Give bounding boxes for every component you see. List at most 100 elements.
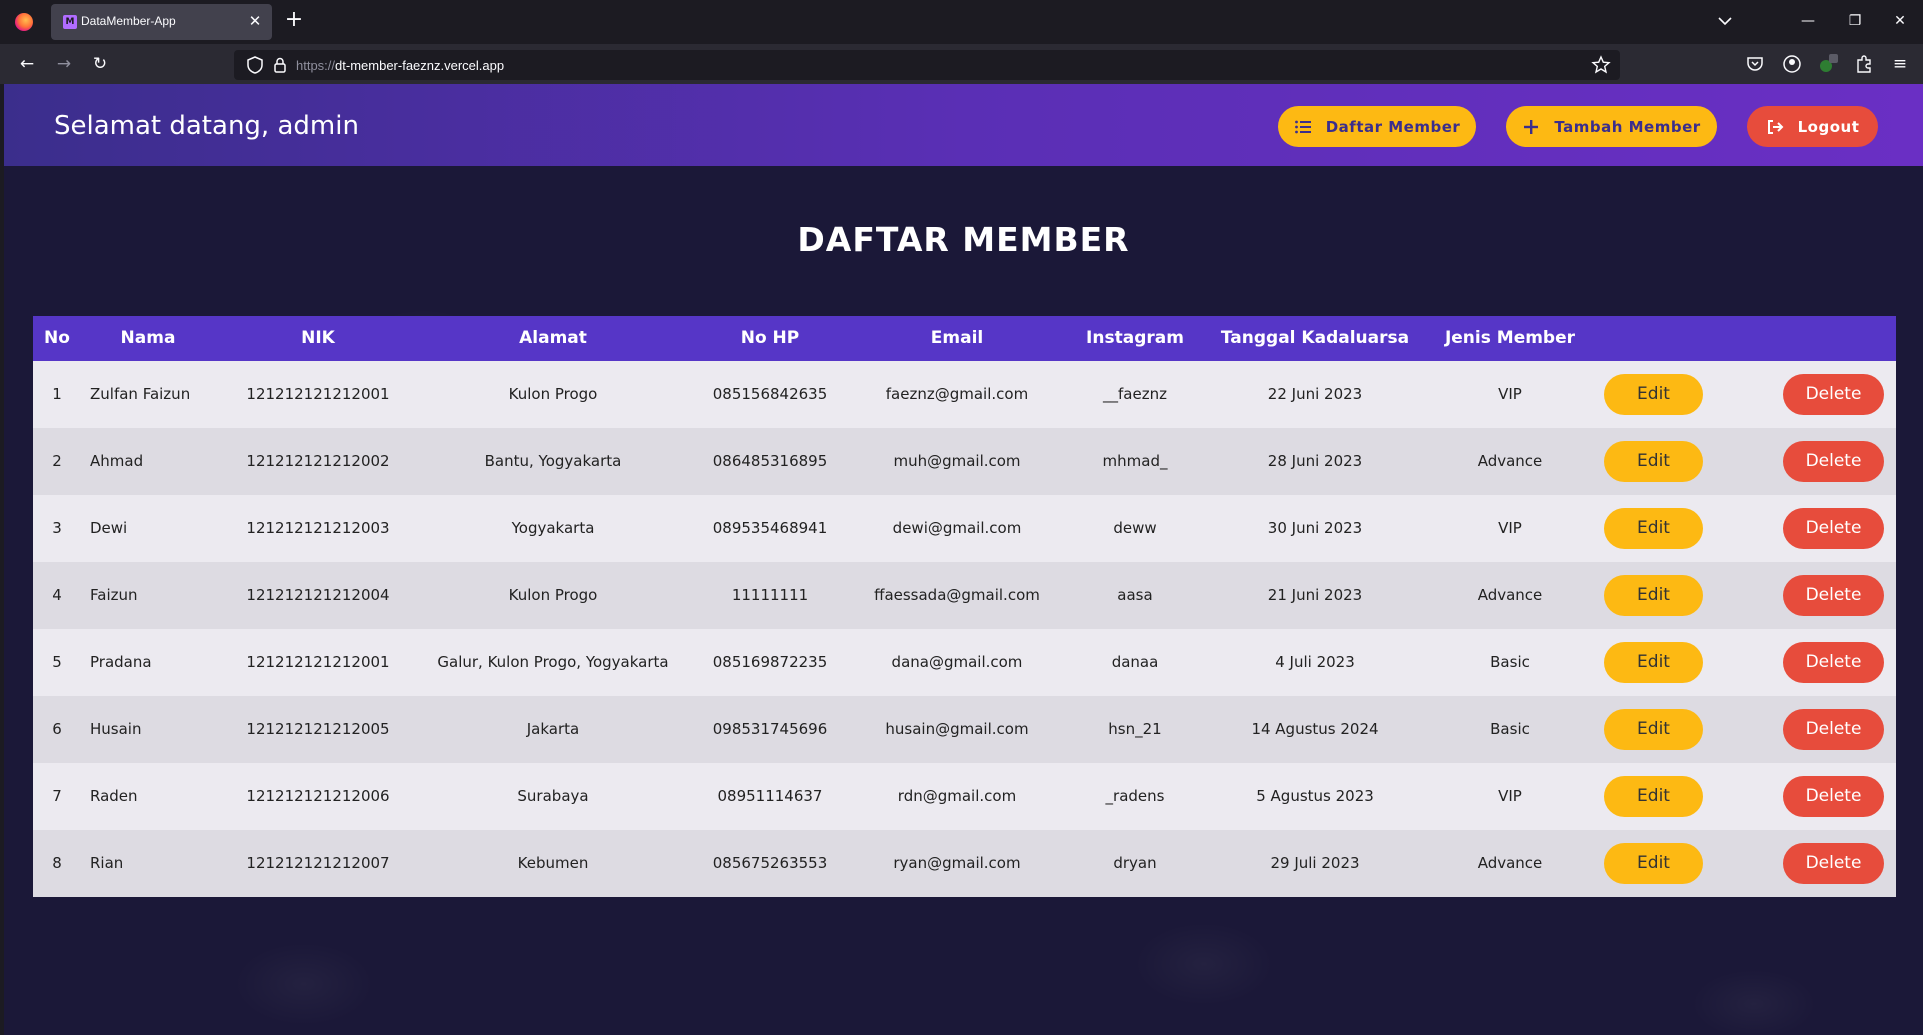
cell-email: dana@gmail.com [891,653,1023,671]
edit-button[interactable]: Edit [1604,709,1703,750]
cell-jenis: VIP [1498,519,1522,537]
extension-status-icon[interactable] [1816,52,1840,76]
tab-title: DataMember-App [81,14,176,28]
bookmark-star-icon[interactable] [1590,54,1612,76]
tambah-member-button[interactable]: Tambah Member [1506,106,1717,147]
firefox-icon[interactable] [15,13,33,31]
cell-no: 1 [52,385,62,403]
delete-button[interactable]: Delete [1783,508,1884,549]
daftar-member-button[interactable]: Daftar Member [1278,106,1476,147]
cell-nik: 121212121212007 [246,854,390,872]
cell-no: 7 [52,787,62,805]
cell-email: muh@gmail.com [893,452,1021,470]
cell-alamat: Kebumen [517,854,589,872]
edit-button[interactable]: Edit [1604,374,1703,415]
column-header-no: No [44,328,70,348]
delete-button[interactable]: Delete [1783,441,1884,482]
cell-no: 3 [52,519,62,537]
reload-icon[interactable]: ↻ [88,52,112,76]
table-row: 3 Dewi 121212121212003 Yogyakarta 0895354689… [33,495,1896,562]
app-favicon-icon: M [63,15,77,29]
browser-tab-bar: M DataMember-App ✕ + — ❐ ✕ [0,0,1923,44]
delete-button[interactable]: Delete [1783,776,1884,817]
cell-instagram: danaa [1111,653,1159,671]
cell-email: husain@gmail.com [885,720,1029,738]
cell-no: 4 [52,586,62,604]
delete-button[interactable]: Delete [1783,843,1884,884]
logout-button[interactable]: Logout [1747,106,1878,147]
cell-tanggal: 21 Juni 2023 [1267,586,1363,604]
column-header-jenis: Jenis Member [1444,328,1576,348]
cell-nik: 121212121212003 [246,519,390,537]
table-row: 1 Zulfan Faizun 121212121212001 Kulon Progo… [33,361,1896,428]
delete-button[interactable]: Delete [1783,642,1884,683]
cell-alamat: Bantu, Yogyakarta [484,452,622,470]
column-header-instagram: Instagram [1086,328,1184,348]
url-text[interactable]: https://dt-member-faeznz.vercel.app [296,58,504,73]
delete-button[interactable]: Delete [1783,709,1884,750]
cell-nik: 121212121212005 [246,720,390,738]
delete-button[interactable]: Delete [1783,575,1884,616]
minimize-icon[interactable]: — [1793,8,1823,34]
cell-nik: 121212121212001 [246,385,390,403]
cell-no-hp: 085169872235 [712,653,828,671]
delete-button[interactable]: Delete [1783,374,1884,415]
cell-jenis: VIP [1498,787,1522,805]
cell-alamat: Kulon Progo [508,385,598,403]
cell-tanggal: 22 Juni 2023 [1267,385,1363,403]
browser-tab[interactable]: M DataMember-App ✕ [51,4,272,40]
cell-nik: 121212121212002 [246,452,390,470]
column-header-nik: NIK [301,328,335,348]
cell-no: 5 [52,653,62,671]
cell-no-hp: 098531745696 [712,720,828,738]
close-tab-icon[interactable]: ✕ [246,12,264,30]
edit-button[interactable]: Edit [1604,843,1703,884]
extensions-puzzle-icon[interactable] [1852,52,1876,76]
cell-no-hp: 08951114637 [717,787,823,805]
table-row: 6 Husain 121212121212005 Jakarta 09853174569… [33,696,1896,763]
edit-button[interactable]: Edit [1604,441,1703,482]
cell-email: ffaessada@gmail.com [874,586,1040,604]
cell-instagram: __faeznz [1103,385,1167,403]
cell-email: ryan@gmail.com [893,854,1021,872]
forward-arrow-icon[interactable]: → [52,52,76,76]
cell-jenis: Advance [1477,854,1543,872]
chevron-down-icon[interactable] [1714,10,1736,32]
table-row: 2 Ahmad 121212121212002 Bantu, Yogyakarta 08… [33,428,1896,495]
pocket-icon[interactable] [1743,52,1767,76]
url-bar[interactable]: https://dt-member-faeznz.vercel.app [234,50,1620,80]
column-header-nama: Nama [120,328,176,348]
cell-no-hp: 086485316895 [712,452,828,470]
edit-button[interactable]: Edit [1604,575,1703,616]
cell-no: 6 [52,720,62,738]
cell-jenis: Advance [1477,586,1543,604]
edit-button[interactable]: Edit [1604,642,1703,683]
cell-alamat: Kulon Progo [508,586,598,604]
back-arrow-icon[interactable]: ← [15,52,39,76]
logout-label: Logout [1797,117,1860,136]
member-table: No Nama NIK Alamat No HP Email Instagram… [33,316,1896,897]
cell-tanggal: 30 Juni 2023 [1267,519,1363,537]
shield-icon[interactable] [244,54,266,76]
app-header: Selamat datang, admin Daftar Member Tamb… [4,84,1923,166]
close-window-icon[interactable]: ✕ [1885,8,1915,34]
cell-no-hp: 085675263553 [712,854,828,872]
lock-icon[interactable] [270,55,290,75]
restore-icon[interactable]: ❐ [1840,8,1870,34]
table-row: 7 Raden 121212121212006 Surabaya 08951114637… [33,763,1896,830]
cell-tanggal: 28 Juni 2023 [1267,452,1363,470]
welcome-text: Selamat datang, admin [54,111,359,141]
new-tab-icon[interactable]: + [283,9,305,31]
cell-alamat: Yogyakarta [511,519,595,537]
edit-button[interactable]: Edit [1604,508,1703,549]
logout-icon [1767,119,1784,134]
hamburger-menu-icon[interactable]: ≡ [1888,52,1912,76]
account-icon[interactable] [1780,52,1804,76]
cell-no: 8 [52,854,62,872]
cell-no-hp: 11111111 [731,586,809,604]
edit-button[interactable]: Edit [1604,776,1703,817]
cell-instagram: hsn_21 [1108,720,1162,738]
daftar-member-label: Daftar Member [1325,117,1461,136]
cell-jenis: Advance [1477,452,1543,470]
cell-tanggal: 29 Juli 2023 [1270,854,1360,872]
